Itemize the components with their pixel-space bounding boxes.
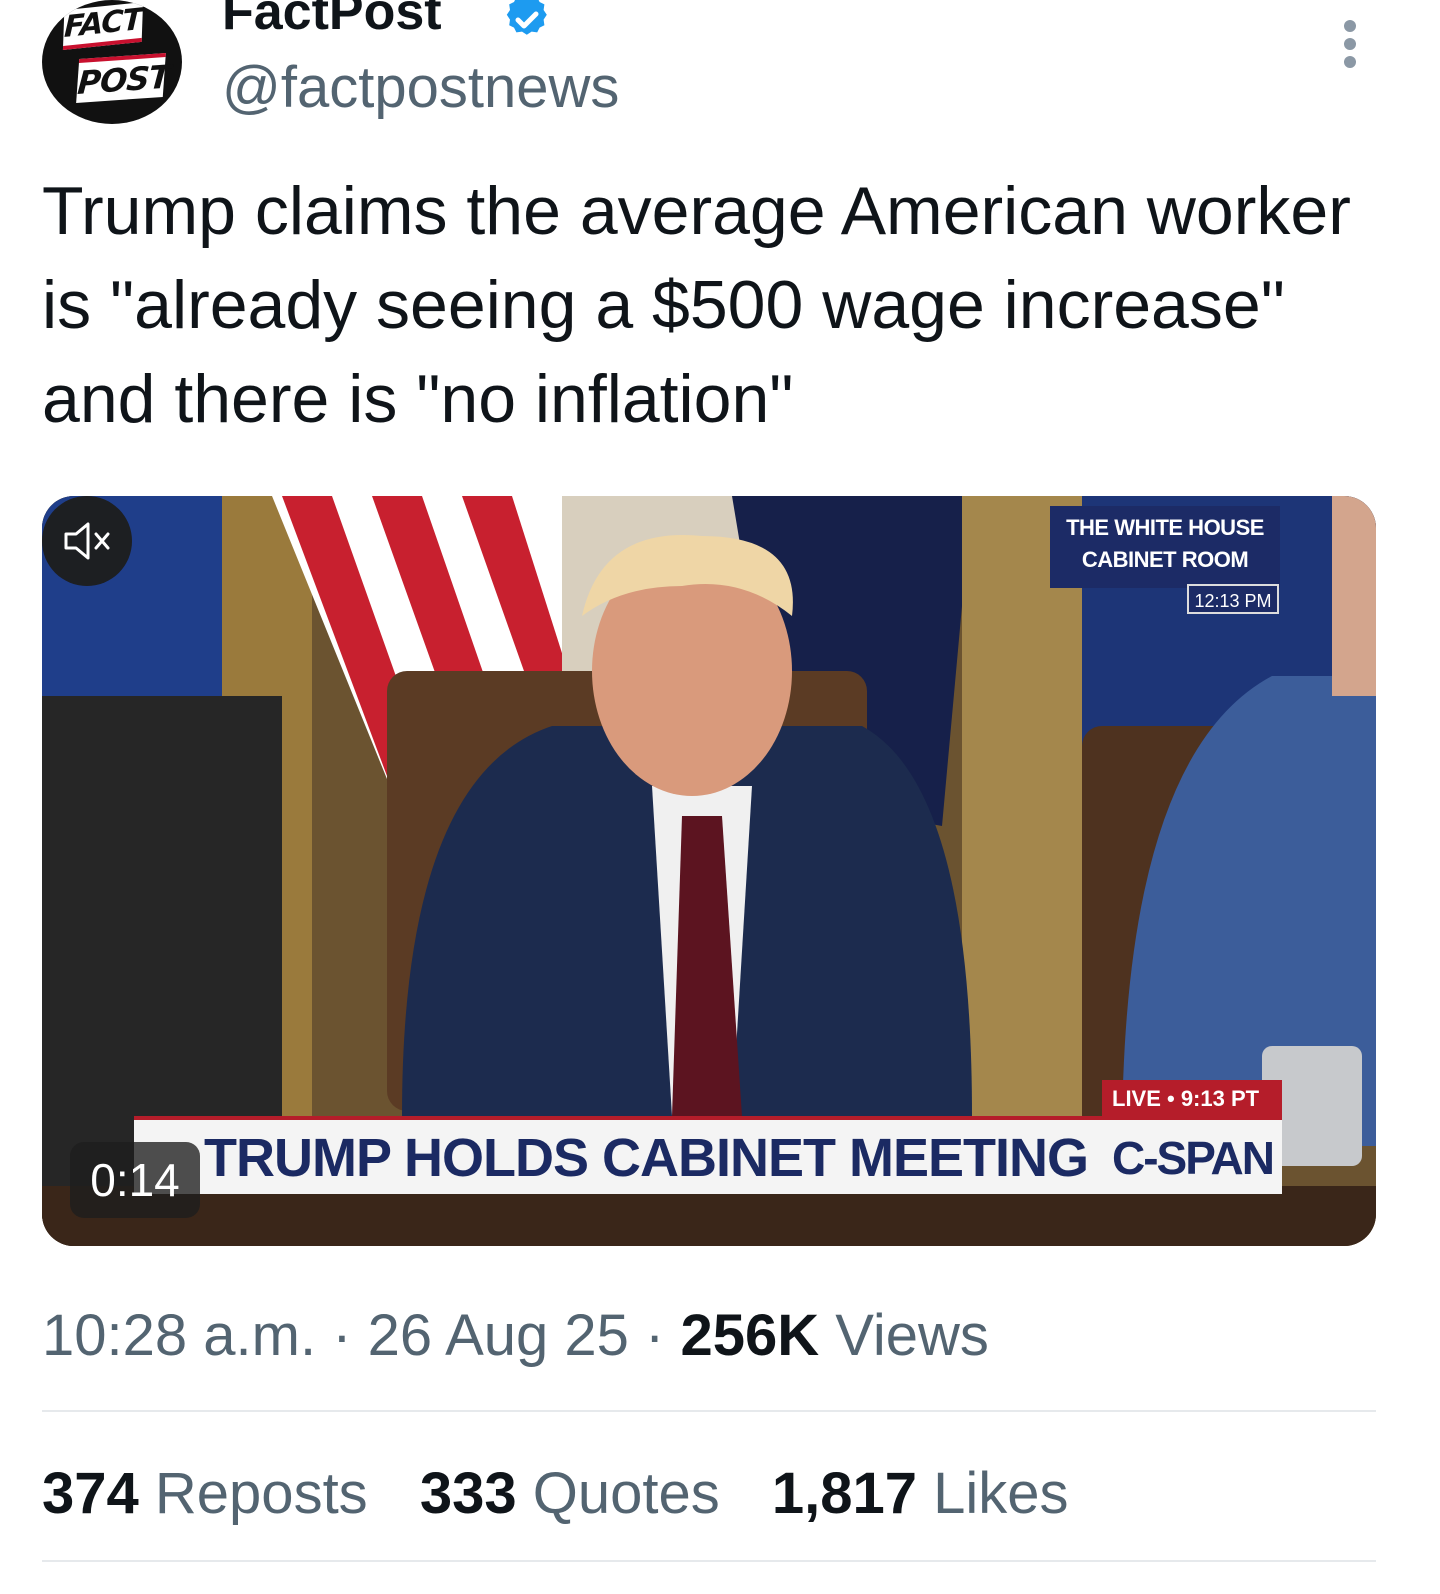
- lower-third-title: TRUMP HOLDS CABINET MEETING: [204, 1128, 1089, 1188]
- network-label: C-SPAN: [1112, 1132, 1275, 1184]
- tweet-meta: 10:28 a.m. · 26 Aug 25 · 256K Views: [42, 1296, 989, 1376]
- avatar-logo-fact: FACT: [62, 2, 144, 50]
- avatar-logo-post: POST: [76, 53, 171, 103]
- likes-stat[interactable]: 1,817 Likes: [772, 1461, 1069, 1526]
- avatar[interactable]: FACT POST: [42, 0, 182, 124]
- lower-third-banner: TRUMP HOLDS CABINET MEETING: [134, 1116, 1102, 1194]
- quotes-label: Quotes: [532, 1461, 720, 1526]
- reposts-count: 374: [42, 1461, 139, 1526]
- quotes-count: 333: [419, 1461, 517, 1526]
- verified-badge-icon: [506, 0, 547, 35]
- live-indicator: LIVE • 9:13 PT: [1102, 1080, 1282, 1118]
- video-duration: 0:14: [70, 1142, 200, 1218]
- engagement-stats: 374 Reposts 333 Quotes 1,817 Likes: [42, 1454, 1105, 1534]
- speaker-muted-icon[interactable]: [42, 496, 132, 586]
- location-line2: CABINET ROOM: [1081, 547, 1249, 572]
- divider: [42, 1560, 1376, 1562]
- video-player[interactable]: THE WHITE HOUSE CABINET ROOM 12:13 PM LI…: [42, 496, 1376, 1246]
- quotes-stat[interactable]: 333 Quotes: [420, 1461, 736, 1526]
- meta-separator: ·: [332, 1303, 352, 1368]
- views-label: Views: [835, 1303, 989, 1368]
- display-name[interactable]: FactPost: [222, 0, 442, 42]
- network-bug: C-SPAN: [1102, 1116, 1282, 1194]
- divider: [42, 1410, 1376, 1412]
- likes-label: Likes: [933, 1461, 1069, 1526]
- meta-separator: ·: [645, 1303, 665, 1368]
- reposts-label: Reposts: [154, 1461, 368, 1526]
- tweet-time[interactable]: 10:28 a.m.: [42, 1303, 316, 1368]
- tweet-date[interactable]: 26 Aug 25: [368, 1303, 629, 1368]
- more-options-icon[interactable]: [1330, 14, 1370, 74]
- location-line1: THE WHITE HOUSE: [1066, 515, 1264, 540]
- local-time-overlay: 12:13 PM: [1187, 584, 1279, 614]
- reposts-stat[interactable]: 374 Reposts: [42, 1461, 384, 1526]
- handle[interactable]: @factpostnews: [222, 56, 619, 120]
- location-overlay: THE WHITE HOUSE CABINET ROOM: [1050, 506, 1280, 588]
- views-count: 256K: [680, 1303, 820, 1368]
- tweet-text: Trump claims the average American worker…: [42, 173, 1351, 437]
- likes-count: 1,817: [771, 1461, 917, 1526]
